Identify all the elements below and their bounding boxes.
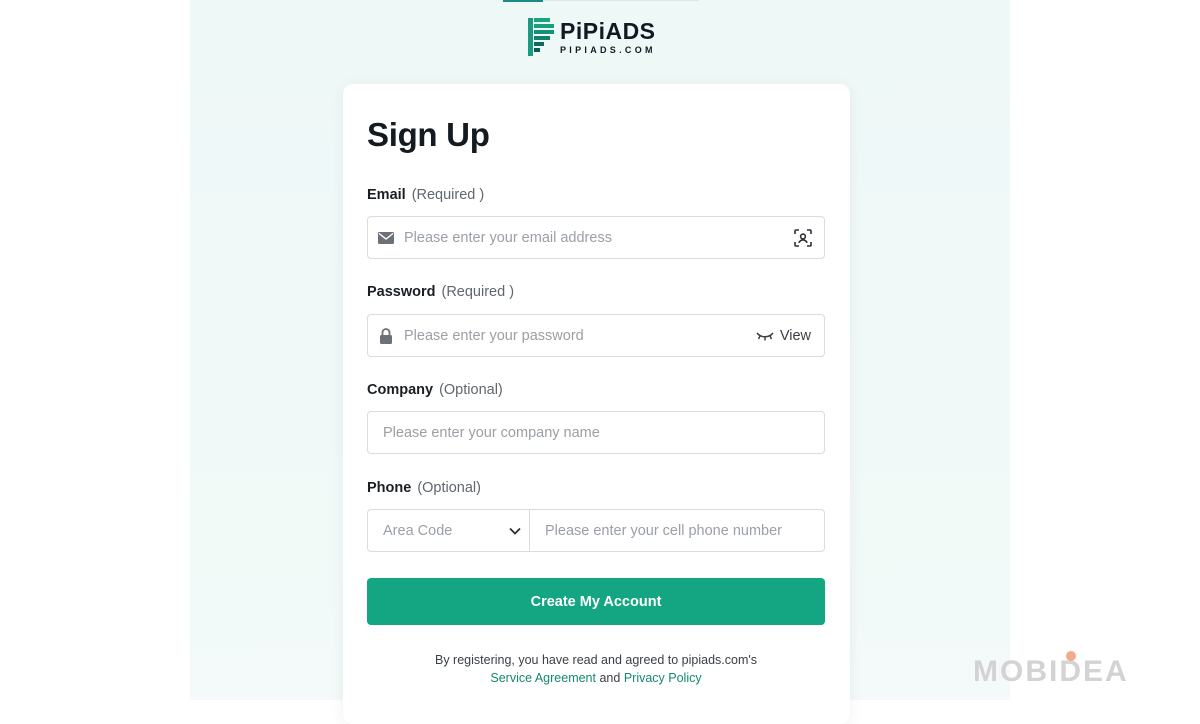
mobidea-watermark: MOBIDEA [973, 649, 1129, 689]
company-input[interactable] [368, 412, 824, 453]
area-code-placeholder: Area Code [383, 522, 453, 539]
password-required-hint: (Required ) [441, 284, 515, 300]
phone-input[interactable] [530, 510, 824, 551]
terms-links: Service Agreement and Privacy Policy [367, 669, 825, 687]
password-view-toggle[interactable]: View [756, 328, 811, 344]
watermark-dot [1066, 651, 1076, 661]
eye-closed-icon [756, 331, 774, 340]
phone-label: Phone (Optional) [367, 480, 481, 496]
phone-label-text: Phone [367, 480, 412, 496]
signup-card: Sign Up Email (Required ) Password (Requir… [343, 84, 850, 724]
company-label: Company (Optional) [367, 382, 503, 398]
password-label: Password (Required ) [367, 284, 514, 300]
company-field [367, 411, 825, 454]
chevron-down-icon [509, 527, 521, 535]
page-title: Sign Up [367, 116, 490, 153]
service-agreement-link[interactable]: Service Agreement [490, 671, 596, 685]
terms-conjunction: and [599, 671, 621, 685]
email-label: Email (Required ) [367, 187, 484, 203]
email-required-hint: (Required ) [411, 187, 485, 203]
password-field: View [367, 314, 825, 357]
email-field [367, 216, 825, 259]
phone-field: Area Code [367, 509, 825, 552]
terms-notice: By registering, you have read and agreed… [367, 651, 825, 687]
email-input[interactable] [404, 217, 793, 258]
pipiads-logo-icon [528, 18, 554, 56]
face-scan-icon[interactable] [793, 228, 813, 248]
company-optional-hint: (Optional) [439, 382, 503, 398]
privacy-policy-link[interactable]: Privacy Policy [624, 671, 702, 685]
view-label: View [779, 327, 811, 344]
watermark-text: MOBIDEA [973, 655, 1129, 688]
create-account-button[interactable]: Create My Account [367, 578, 825, 625]
brand-domain: PIPIADS.COM [560, 44, 656, 55]
envelope-icon [378, 230, 394, 246]
brand-name: PiPiADS [560, 17, 656, 44]
top-divider-accent [503, 0, 543, 2]
pipiads-logo[interactable]: PiPiADS PIPIADS.COM [528, 17, 656, 57]
company-label-text: Company [367, 382, 434, 398]
area-code-select[interactable]: Area Code [368, 510, 530, 551]
terms-prefix: By registering, you have read and agreed… [434, 653, 758, 667]
phone-optional-hint: (Optional) [417, 480, 481, 496]
password-input[interactable] [404, 315, 756, 356]
password-label-text: Password [367, 284, 436, 300]
lock-icon [378, 327, 394, 344]
email-label-text: Email [367, 187, 406, 203]
